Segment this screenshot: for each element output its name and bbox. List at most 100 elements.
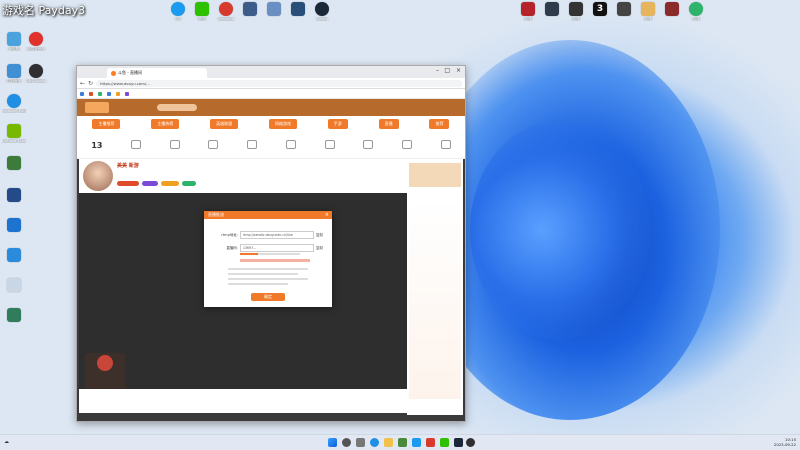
edge-taskbar-icon[interactable]: [370, 438, 379, 447]
streamer-avatar[interactable]: [83, 161, 113, 191]
app-icon: [7, 278, 21, 292]
app-taskbar-icon[interactable]: [412, 438, 421, 447]
desktop-icon-nvidia[interactable]: GeForce Experience: [2, 124, 26, 143]
weather-icon[interactable]: ☁: [4, 439, 9, 445]
bookmark-item[interactable]: [107, 91, 111, 96]
desktop-icon-game[interactable]: 3: [588, 2, 612, 16]
desktop-icon-netease[interactable]: 网易云音乐: [24, 32, 48, 51]
explorer-icon[interactable]: [384, 438, 393, 447]
desktop-icon-steam[interactable]: Steam: [310, 2, 334, 21]
bookmark-item[interactable]: [98, 91, 102, 96]
taskview-icon[interactable]: [356, 438, 365, 447]
desktop-icon-wegame[interactable]: WeGame: [214, 2, 238, 21]
confirm-button[interactable]: 确定: [251, 293, 285, 301]
chat-banner[interactable]: [409, 163, 461, 187]
category-tab[interactable]: 英雄联盟: [210, 119, 239, 129]
game-icon: [617, 2, 631, 16]
bookmark-item[interactable]: [80, 91, 84, 96]
desktop-icon-generic[interactable]: [262, 2, 286, 16]
desktop-icon-game[interactable]: 游戏: [684, 2, 708, 21]
refresh-icon[interactable]: ↻: [88, 80, 93, 87]
bookmark-icon: [89, 91, 93, 96]
desktop-icon-edge[interactable]: Microsoft Edge: [2, 94, 26, 113]
app-taskbar-icon[interactable]: [440, 438, 449, 447]
desktop-icon-obs[interactable]: OBS Studio: [24, 64, 48, 83]
nav-item-icon: [247, 140, 258, 149]
game-icon: [545, 2, 559, 16]
game-icon: [665, 2, 679, 16]
stream-key-row: 直播码: 13697... 复制: [210, 244, 323, 252]
room-tag[interactable]: [182, 181, 196, 186]
sub-nav-item[interactable]: [440, 140, 451, 150]
desktop-icon-wechat[interactable]: 微信: [190, 2, 214, 21]
desktop-icon-generic[interactable]: [238, 2, 262, 16]
desktop-icon-game[interactable]: [612, 2, 636, 16]
desktop-icon-control-panel[interactable]: 控制面板: [2, 64, 26, 83]
obs-taskbar-icon[interactable]: [466, 438, 475, 447]
sub-nav-item[interactable]: [401, 140, 412, 150]
app-taskbar-icon[interactable]: [398, 438, 407, 447]
app-taskbar-icon[interactable]: [454, 438, 463, 447]
sub-nav-item[interactable]: [285, 140, 296, 150]
nvidia-icon: [7, 124, 21, 138]
close-icon[interactable]: ×: [325, 211, 329, 219]
sub-nav-item[interactable]: [131, 140, 142, 150]
nav-item-icon: [363, 140, 374, 149]
room-tag[interactable]: [142, 181, 158, 186]
app-icon: [7, 188, 21, 202]
sub-nav-item[interactable]: [208, 140, 219, 150]
desktop-icon-generic[interactable]: [2, 218, 26, 232]
chat-list[interactable]: [409, 199, 461, 399]
desktop-icon-generic[interactable]: [286, 2, 310, 16]
desktop-icon-game[interactable]: [660, 2, 684, 16]
desktop-icon-generic[interactable]: [2, 248, 26, 262]
copy-key-button[interactable]: 复制: [316, 246, 323, 251]
dialog-header: 直播推流 ×: [204, 211, 332, 219]
stream-key-field[interactable]: 13697...: [240, 244, 314, 252]
category-tab[interactable]: 手游: [327, 119, 348, 129]
desktop-icon-game[interactable]: 游戏: [564, 2, 588, 21]
search-icon[interactable]: [342, 438, 351, 447]
minimize-icon[interactable]: –: [436, 67, 439, 74]
sub-nav-item[interactable]: [247, 140, 258, 150]
maximize-icon[interactable]: □: [444, 67, 450, 74]
url-input[interactable]: https://www.douyu.com/...: [96, 79, 462, 87]
desktop-icon-computer[interactable]: 此电脑: [2, 32, 26, 51]
category-tab[interactable]: 直播: [378, 119, 399, 129]
rtmp-address-field[interactable]: rtmp://sendtc.douyucdn.cn/live: [240, 231, 314, 239]
douyu-logo[interactable]: [85, 102, 109, 113]
bookmark-item[interactable]: [89, 91, 93, 96]
room-tag[interactable]: [117, 181, 139, 186]
start-icon[interactable]: [328, 438, 337, 447]
system-clock[interactable]: 10:15 2023-09-22: [774, 437, 796, 447]
desktop-icon-qq[interactable]: QQ: [166, 2, 190, 21]
chat-panel: [407, 159, 463, 415]
quality-slider[interactable]: [240, 253, 300, 255]
close-window-icon[interactable]: ×: [456, 67, 461, 74]
desktop-icon-game[interactable]: [540, 2, 564, 16]
wechat-icon: [195, 2, 209, 16]
bookmark-item[interactable]: [125, 91, 129, 96]
wegame-icon: [219, 2, 233, 16]
sub-nav-item[interactable]: [324, 140, 335, 150]
category-tab[interactable]: 网络游戏: [268, 119, 297, 129]
desktop-icon-game[interactable]: 游戏: [516, 2, 540, 21]
app-taskbar-icon[interactable]: [426, 438, 435, 447]
desktop-icon-generic[interactable]: [2, 278, 26, 292]
back-icon[interactable]: ←: [80, 80, 85, 87]
room-tag[interactable]: [161, 181, 179, 186]
category-tab[interactable]: 推荐: [429, 119, 450, 129]
desktop-icon-generic[interactable]: [2, 188, 26, 202]
browser-tab[interactable]: 斗鱼 - 直播间: [107, 68, 207, 78]
category-tab[interactable]: 主播热榜: [151, 119, 180, 129]
desktop-icon-generic[interactable]: [2, 156, 26, 170]
desktop-icon-game[interactable]: 游戏: [636, 2, 660, 21]
desktop-icon-generic[interactable]: [2, 308, 26, 322]
copy-rtmp-button[interactable]: 复制: [316, 233, 323, 238]
category-tab[interactable]: 主播推荐: [92, 119, 121, 129]
site-search-input[interactable]: [157, 104, 197, 111]
sub-nav-item[interactable]: [363, 140, 374, 150]
bookmark-item[interactable]: [116, 91, 120, 96]
sub-nav-item[interactable]: [169, 140, 180, 150]
app-icon: [243, 2, 257, 16]
